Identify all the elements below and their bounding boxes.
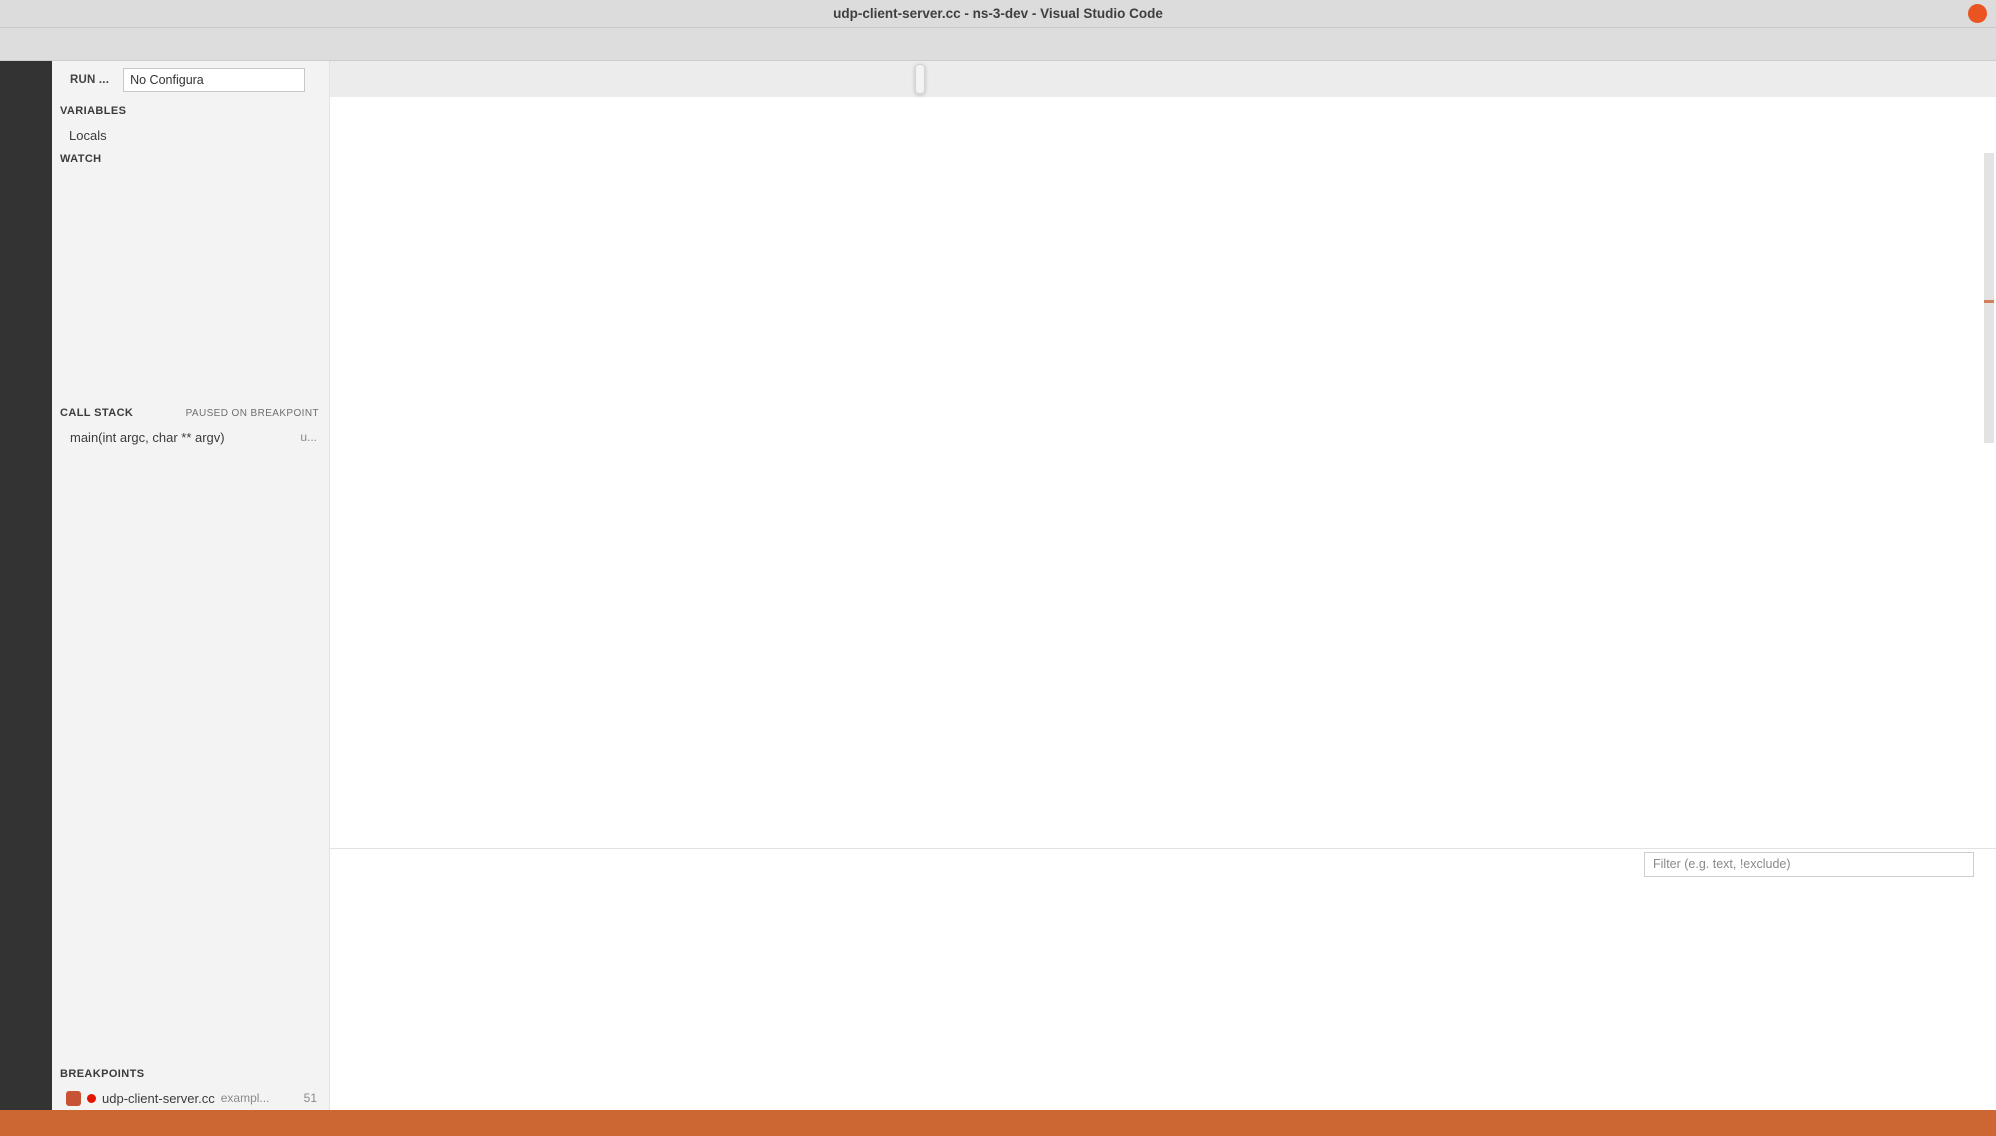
editor-tab-bar: [330, 61, 1996, 97]
maximize-button[interactable]: [1930, 0, 1964, 27]
breakpoints-section-header[interactable]: BREAKPOINTS: [52, 1062, 329, 1086]
close-button[interactable]: [1968, 4, 1987, 23]
breakpoint-file: udp-client-server.cc: [102, 1091, 215, 1106]
window-title: udp-client-server.cc - ns-3-dev - Visual…: [0, 6, 1996, 21]
minimize-button[interactable]: [1896, 0, 1930, 27]
watch-empty-area: [52, 171, 329, 401]
scrollbar-thumb[interactable]: [1984, 153, 1994, 443]
variables-header-label: VARIABLES: [60, 105, 126, 117]
breakpoint-path: exampl...: [221, 1091, 270, 1105]
console-filter-input[interactable]: [1644, 852, 1974, 877]
breakpoint-checkbox[interactable]: [66, 1091, 81, 1106]
bottom-panel: [330, 848, 1996, 1110]
minimap[interactable]: [1862, 123, 1982, 848]
debug-config-label: No Configura: [130, 73, 204, 87]
overview-ruler-breakpoint-mark: [1984, 300, 1994, 303]
call-stack-header-label: CALL STACK: [60, 407, 133, 419]
variables-section-header[interactable]: VARIABLES: [52, 99, 329, 123]
breakpoint-item[interactable]: udp-client-server.cc exampl... 51: [52, 1086, 329, 1110]
debug-console-output[interactable]: [330, 879, 1996, 1110]
scope-label: Locals: [69, 128, 107, 143]
menu-bar: [0, 28, 1996, 61]
code-editor[interactable]: [330, 123, 1996, 848]
window-controls: [1896, 0, 1996, 27]
watch-section-header[interactable]: WATCH: [52, 147, 329, 171]
breakpoint-dot-icon: [87, 1094, 96, 1103]
debug-config-dropdown[interactable]: No Configura: [123, 68, 305, 92]
stack-frame[interactable]: main(int argc, char ** argv) u...: [52, 425, 329, 449]
watch-header-label: WATCH: [60, 153, 102, 165]
breakpoints-header-label: BREAKPOINTS: [60, 1068, 144, 1080]
editor-scrollbar[interactable]: [1982, 123, 1996, 848]
editor-group: [330, 61, 1996, 1110]
stack-frame-file: u...: [300, 430, 329, 444]
title-bar: udp-client-server.cc - ns-3-dev - Visual…: [0, 0, 1996, 28]
activity-bar: [0, 61, 52, 1110]
run-view-title: RUN ...: [70, 74, 109, 86]
breadcrumb[interactable]: [330, 97, 1996, 123]
stack-frame-label: main(int argc, char ** argv): [70, 430, 225, 445]
breakpoint-line: 51: [304, 1091, 329, 1105]
debug-sidebar: RUN ... No Configura VARIABLES Locals: [52, 61, 330, 1110]
vscode-window: udp-client-server.cc - ns-3-dev - Visual…: [0, 0, 1996, 1136]
call-stack-section-header[interactable]: CALL STACK PAUSED ON BREAKPOINT: [52, 401, 329, 425]
panel-tab-bar: [330, 849, 1996, 879]
scope-locals[interactable]: Locals: [52, 123, 329, 147]
run-header: RUN ... No Configura: [52, 61, 329, 99]
paused-status-badge: PAUSED ON BREAKPOINT: [186, 408, 319, 419]
status-bar: [0, 1110, 1996, 1136]
debug-toolbar: [915, 64, 925, 94]
